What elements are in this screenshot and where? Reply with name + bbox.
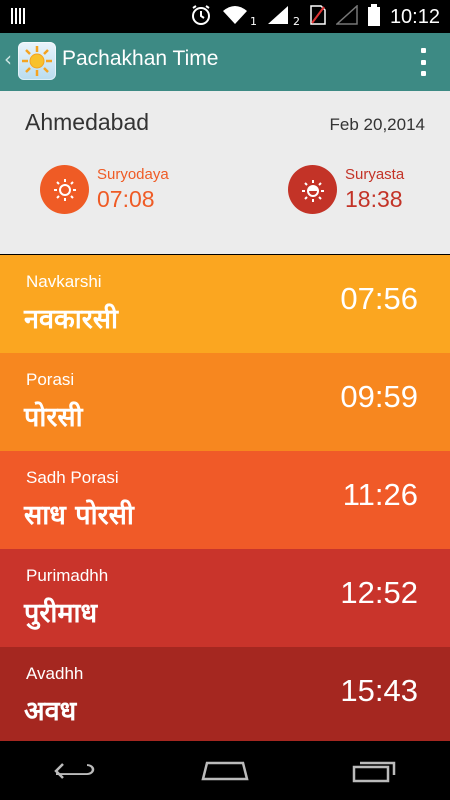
sunrise-label: Suryodaya — [97, 166, 169, 183]
location-panel: Ahmedabad Feb 20,2014 Suryodaya 07:08 Su… — [0, 91, 450, 254]
row-english-name: Porasi — [26, 370, 75, 389]
row-time: 07:56 — [340, 281, 418, 316]
recent-apps-icon[interactable] — [340, 751, 410, 791]
row-english-name: Purimadhh — [26, 566, 109, 585]
row-hindi-name: साध पोरसी — [24, 500, 134, 531]
back-icon[interactable] — [40, 751, 110, 791]
row-avadhh[interactable]: Avadhh अवध 15:43 — [0, 647, 450, 745]
row-english-name: Sadh Porasi — [26, 468, 119, 487]
notification-icon — [10, 7, 26, 29]
row-time: 09:59 — [340, 379, 418, 414]
sunset-icon — [288, 165, 337, 214]
row-time: 12:52 — [340, 575, 418, 610]
sunset-block: Suryasta 18:38 — [288, 165, 404, 214]
city-name: Ahmedabad — [25, 109, 150, 135]
row-time: 15:43 — [340, 673, 418, 708]
row-hindi-name: नवकारसी — [24, 304, 119, 335]
row-hindi-name: पुरीमाध — [24, 598, 98, 629]
sim2-label: 2 — [292, 15, 300, 28]
navigation-bar — [0, 741, 450, 800]
no-sim-icon — [310, 5, 326, 30]
up-chevron-icon[interactable]: ‹ — [4, 47, 12, 71]
home-icon[interactable] — [190, 751, 260, 791]
status-bar: 1 2 10:12 — [0, 0, 450, 33]
row-hindi-name: अवध — [24, 696, 77, 727]
row-english-name: Avadhh — [26, 664, 84, 683]
sun-app-icon[interactable] — [18, 42, 56, 80]
row-purimadhh[interactable]: Purimadhh पुरीमाध 12:52 — [0, 549, 450, 647]
pachakhan-list: Navkarshi नवकारसी 07:56 Porasi पोरसी 09:… — [0, 255, 450, 745]
sunrise-icon — [40, 165, 89, 214]
row-navkarshi[interactable]: Navkarshi नवकारसी 07:56 — [0, 255, 450, 353]
action-bar: ‹ Pachakhan Time — [0, 33, 450, 91]
signal-icon — [267, 5, 289, 30]
battery-icon — [367, 4, 380, 31]
wifi-icon — [222, 5, 248, 30]
row-hindi-name: पोरसी — [24, 402, 83, 433]
sunset-label: Suryasta — [345, 166, 405, 183]
row-porasi[interactable]: Porasi पोरसी 09:59 — [0, 353, 450, 451]
sim1-label: 1 — [249, 15, 257, 28]
row-time: 11:26 — [342, 477, 418, 512]
date-label: Feb 20,2014 — [329, 115, 425, 134]
sunset-time: 18:38 — [345, 186, 403, 212]
overflow-menu-icon[interactable] — [418, 48, 428, 76]
sunrise-block: Suryodaya 07:08 — [40, 165, 169, 214]
signal-empty-icon — [334, 4, 358, 30]
sunrise-time: 07:08 — [97, 186, 155, 212]
row-english-name: Navkarshi — [26, 272, 102, 291]
row-sadh-porasi[interactable]: Sadh Porasi साध पोरसी 11:26 — [0, 451, 450, 549]
app-title: Pachakhan Time — [62, 47, 219, 70]
clock: 10:12 — [389, 6, 440, 28]
alarm-icon — [190, 4, 212, 31]
